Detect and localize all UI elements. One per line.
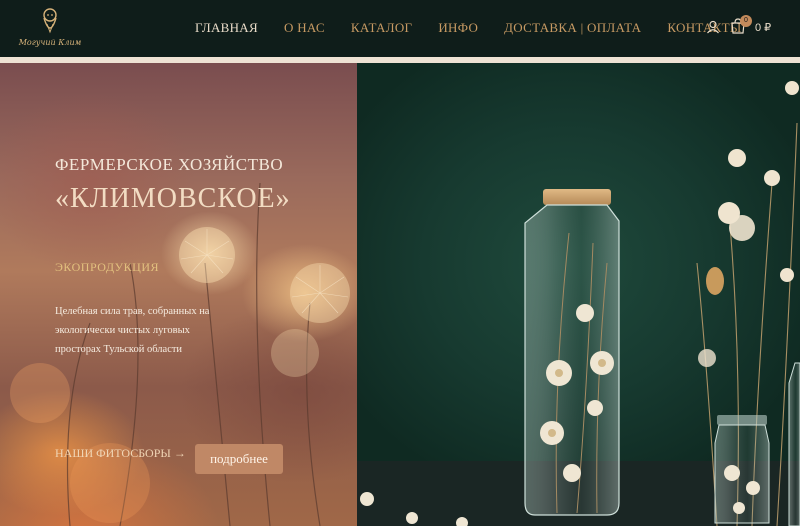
hero-image-panel <box>357 63 800 526</box>
user-icon[interactable] <box>706 20 720 34</box>
nav-item-delivery[interactable]: ДОСТАВКА | ОПЛАТА <box>504 20 641 36</box>
logo-text: Могучий Клим <box>18 38 82 47</box>
hero-description: Целебная сила трав, собранных на экологи… <box>55 306 210 355</box>
nav-item-home[interactable]: ГЛАВНАЯ <box>195 20 258 36</box>
hero-subtitle: ФЕРМЕРСКОЕ ХОЗЯЙСТВО <box>55 155 284 174</box>
nav-item-info[interactable]: ИНФО <box>438 20 478 36</box>
herb-bottles-image <box>357 81 800 526</box>
cart-total[interactable]: 0 ₽ <box>755 21 771 34</box>
hero-text-panel: ФЕРМЕРСКОЕ ХОЗЯЙСТВО «КЛИМОВСКОЕ» ЭКОПРО… <box>0 63 357 526</box>
logo[interactable]: Могучий Клим <box>18 8 82 48</box>
nav-item-catalog[interactable]: КАТАЛОГ <box>351 20 412 36</box>
site-header: Могучий Клим ГЛАВНАЯ О НАС КАТАЛОГ ИНФО … <box>0 0 800 57</box>
bearded-man-logo-icon <box>43 8 57 34</box>
nav-item-about[interactable]: О НАС <box>284 20 325 36</box>
more-details-button[interactable]: подробнее <box>195 444 283 474</box>
cart-count-badge: 0 <box>740 15 752 27</box>
hero-title: «КЛИМОВСКОЕ» <box>55 183 291 214</box>
phyto-collections-link[interactable]: НАШИ ФИТОСБОРЫ → <box>55 446 186 461</box>
hero-tag: ЭКОПРОДУКЦИЯ <box>55 260 160 274</box>
main-nav: ГЛАВНАЯ О НАС КАТАЛОГ ИНФО ДОСТАВКА | ОП… <box>195 20 768 36</box>
